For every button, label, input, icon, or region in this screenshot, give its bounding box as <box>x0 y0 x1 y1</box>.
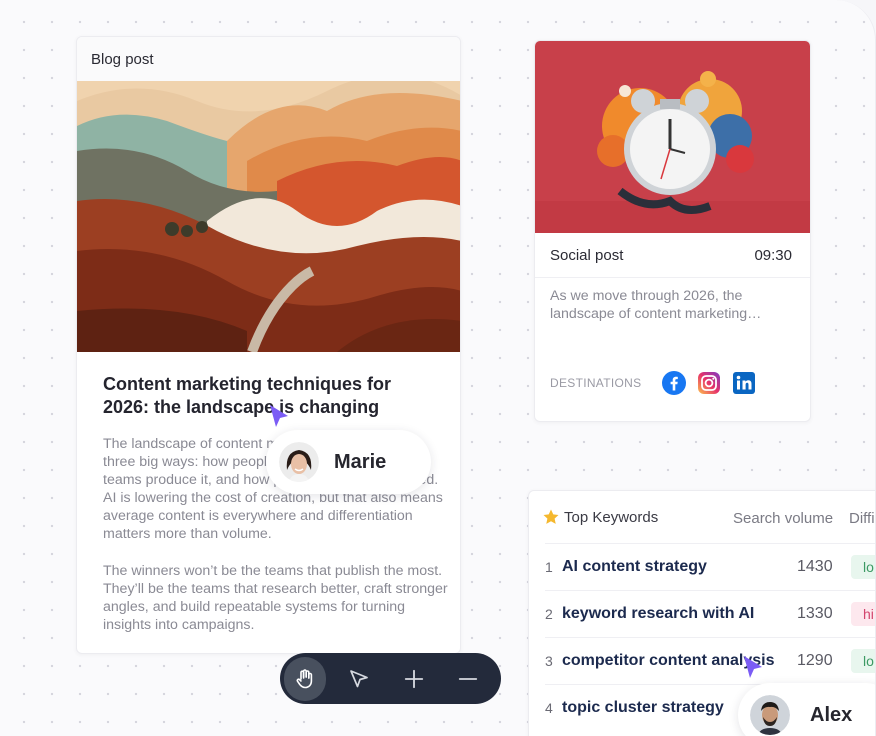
row-number: 4 <box>545 700 553 716</box>
scheduled-time: 09:30 <box>754 247 792 264</box>
destinations-row: DESTINATIONS <box>550 371 756 395</box>
social-card-header: Social post 09:30 <box>535 234 810 278</box>
table-row[interactable]: 3 competitor content analysis 1290 lo <box>545 637 875 684</box>
zoom-in-icon <box>404 669 423 688</box>
search-volume-value: 1430 <box>797 558 833 575</box>
table-row[interactable]: 1 AI content strategy 1430 lo <box>545 543 875 590</box>
social-post-card[interactable]: Social post 09:30 As we move through 202… <box>534 40 811 422</box>
keyword-text: AI content strategy <box>562 558 707 575</box>
zoom-in-button[interactable] <box>393 657 435 701</box>
search-volume-value: 1290 <box>797 652 833 669</box>
row-number: 1 <box>545 559 553 575</box>
zoom-out-button[interactable] <box>447 657 489 701</box>
collaborator-name: Marie <box>334 450 387 473</box>
blog-hero-image <box>77 81 460 352</box>
pointer-tool-button[interactable] <box>338 657 380 701</box>
keyword-text: keyword research with AI <box>562 605 755 622</box>
zoom-out-icon <box>458 677 478 680</box>
table-row[interactable]: 2 keyword research with AI 1330 hi <box>545 590 875 637</box>
row-number: 3 <box>545 653 553 669</box>
blog-post-card[interactable]: Blog post Content marketing techniques f… <box>76 36 461 654</box>
marie-presence-tag: Marie <box>266 430 431 494</box>
alex-presence-tag: Alex <box>738 683 875 736</box>
difficulty-column-header[interactable]: Diffi <box>849 510 875 527</box>
hand-tool-icon <box>296 668 313 688</box>
social-card-title: Social post <box>550 247 624 264</box>
keyword-text: topic cluster strategy <box>562 699 724 716</box>
social-post-image <box>535 41 810 233</box>
linkedin-icon[interactable] <box>732 371 756 395</box>
instagram-icon[interactable] <box>697 371 721 395</box>
blog-paragraph: The winners won’t be the teams that publ… <box>103 562 448 633</box>
social-post-text: As we move through 2026, the landscape o… <box>550 288 762 322</box>
difficulty-badge: hi <box>851 602 875 626</box>
blog-card-header: Blog post <box>77 37 460 81</box>
collaborator-name: Alex <box>810 703 853 726</box>
hand-tool-button[interactable] <box>284 656 327 701</box>
alex-cursor-icon <box>744 656 762 678</box>
destinations-label: DESTINATIONS <box>550 376 642 390</box>
avatar <box>750 695 790 735</box>
search-volume-value: 1330 <box>797 605 833 622</box>
whiteboard-canvas[interactable]: Blog post Content marketing techniques f… <box>0 0 876 736</box>
keywords-title: Top Keywords <box>564 508 659 526</box>
marie-cursor-icon <box>270 405 288 427</box>
difficulty-badge: lo <box>851 555 875 579</box>
pointer-tool-icon <box>350 669 369 687</box>
row-number: 2 <box>545 606 553 622</box>
difficulty-badge: lo <box>851 649 875 673</box>
avatar <box>279 442 319 482</box>
facebook-icon[interactable] <box>662 371 687 395</box>
canvas-toolbar <box>280 653 501 704</box>
search-volume-column-header[interactable]: Search volume <box>733 510 833 527</box>
star-icon <box>543 509 559 524</box>
